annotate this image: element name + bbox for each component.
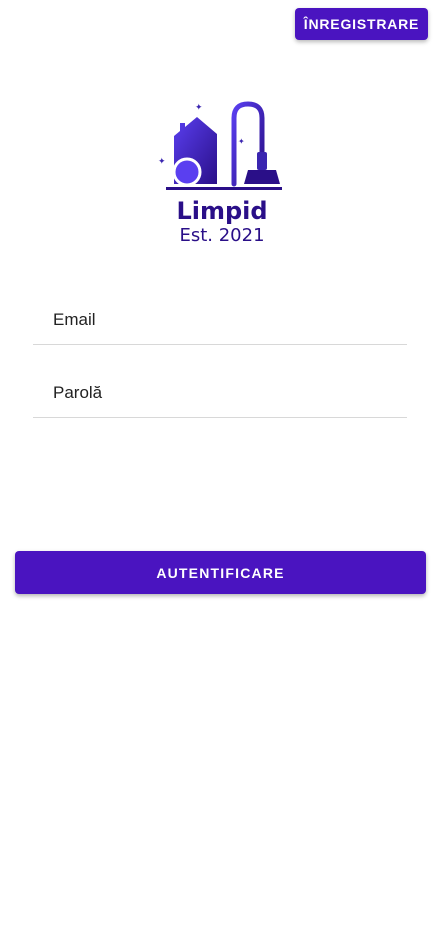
svg-text:✦: ✦ [195, 103, 203, 113]
brand-logo: ✦ ✦ ✦ Limpid Est. 2021 [152, 96, 292, 254]
email-input[interactable] [53, 300, 393, 340]
login-button[interactable]: AUTENTIFICARE [15, 551, 426, 594]
svg-text:✦: ✦ [238, 137, 245, 146]
email-field [33, 300, 407, 345]
svg-text:✦: ✦ [158, 157, 166, 167]
register-button[interactable]: ÎNREGISTRARE [295, 8, 428, 40]
brand-established: Est. 2021 [179, 225, 265, 246]
brand-name: Limpid [176, 197, 268, 225]
house-vacuum-icon: ✦ ✦ ✦ [158, 101, 282, 190]
password-field [33, 373, 407, 418]
password-input[interactable] [53, 373, 393, 413]
